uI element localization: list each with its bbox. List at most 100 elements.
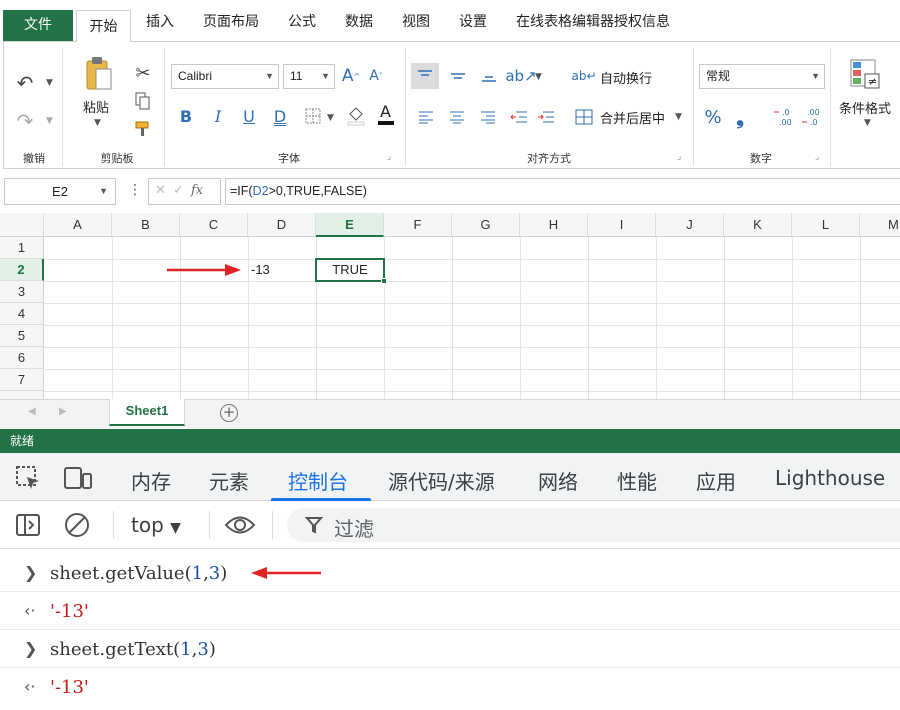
column-header[interactable]: M <box>860 213 900 237</box>
tab-insert[interactable]: 插入 <box>146 11 174 31</box>
format-painter-icon[interactable] <box>132 118 154 140</box>
console-result-value[interactable]: '-13' <box>50 677 89 698</box>
column-header[interactable]: D <box>248 213 316 237</box>
column-header[interactable]: C <box>180 213 248 237</box>
sidebar-toggle-icon[interactable] <box>15 513 41 541</box>
fill-color-icon[interactable] <box>345 103 367 127</box>
orientation-dropdown-icon[interactable]: ▼ <box>535 72 542 82</box>
number-format-select[interactable]: 常规 ▼ <box>699 64 825 89</box>
console-result-value[interactable]: '-13' <box>50 601 89 622</box>
align-bottom-icon[interactable] <box>475 63 503 89</box>
devtools-tab-performance[interactable]: 性能 <box>617 466 657 495</box>
undo-dropdown-icon[interactable]: ▼ <box>46 78 53 88</box>
double-underline-button[interactable]: D <box>269 104 291 128</box>
column-header[interactable]: K <box>724 213 792 237</box>
wrap-text-button[interactable]: 自动换行 <box>600 68 652 87</box>
row-header[interactable]: 5 <box>0 325 44 347</box>
confirm-icon[interactable]: ✓ <box>173 183 184 198</box>
align-top-icon[interactable] <box>411 63 439 89</box>
row-header[interactable] <box>0 391 44 399</box>
row-header[interactable]: 4 <box>0 303 44 325</box>
undo-icon[interactable]: ↶ <box>12 70 38 96</box>
column-header[interactable]: L <box>792 213 860 237</box>
inspect-element-icon[interactable] <box>15 465 41 495</box>
name-box[interactable]: E2 ▼ <box>4 178 116 205</box>
context-selector[interactable]: top ▼ <box>131 513 181 537</box>
increase-indent-icon[interactable] <box>534 105 558 129</box>
column-header-selected[interactable]: E <box>316 213 384 237</box>
cut-icon[interactable]: ✂ <box>132 62 154 84</box>
insert-function-button[interactable]: fx <box>191 183 203 198</box>
border-dropdown-icon[interactable]: ▼ <box>327 113 334 123</box>
paste-label[interactable]: 粘贴 <box>83 97 109 116</box>
increase-font-icon[interactable]: A ^ <box>341 65 361 87</box>
column-header[interactable]: F <box>384 213 452 237</box>
formula-input[interactable]: =IF(D2>0,TRUE,FALSE) <box>225 178 900 205</box>
alignment-dialog-launcher-icon[interactable]: ⌟ <box>677 152 681 162</box>
merge-center-button[interactable]: 合并后居中 <box>600 108 665 127</box>
font-dialog-launcher-icon[interactable]: ⌟ <box>387 152 391 162</box>
border-icon[interactable] <box>302 105 324 127</box>
sheet-tab-sheet1[interactable]: Sheet1 <box>109 399 185 426</box>
paste-icon[interactable] <box>82 54 116 94</box>
console-command[interactable]: sheet.getText(1,3) <box>50 639 216 660</box>
console-command[interactable]: sheet.getValue(1,3) <box>50 563 227 584</box>
row-header[interactable]: 7 <box>0 369 44 391</box>
prev-sheet-icon[interactable]: ◀ <box>28 406 36 417</box>
column-header[interactable]: A <box>44 213 112 237</box>
cell-d2[interactable]: -13 <box>251 259 315 281</box>
tab-data[interactable]: 数据 <box>345 11 373 31</box>
conditional-format-icon[interactable]: ≠ <box>847 56 883 92</box>
column-header[interactable]: G <box>452 213 520 237</box>
tab-home[interactable]: 开始 <box>76 10 131 42</box>
tab-view[interactable]: 视图 <box>402 11 430 31</box>
tab-page-layout[interactable]: 页面布局 <box>203 11 259 31</box>
align-middle-icon[interactable] <box>444 63 472 89</box>
row-header[interactable]: 6 <box>0 347 44 369</box>
font-size-select[interactable]: 11 ▼ <box>283 64 335 89</box>
decrease-indent-icon[interactable] <box>507 105 531 129</box>
decrease-font-icon[interactable]: Aˇ <box>366 65 386 87</box>
tab-settings[interactable]: 设置 <box>459 11 487 31</box>
decrease-decimal-icon[interactable]: .00.0 <box>800 105 826 129</box>
cancel-icon[interactable]: ✕ <box>155 183 166 198</box>
clear-console-icon[interactable] <box>64 512 90 542</box>
conditional-format-dropdown-icon[interactable]: ▼ <box>864 118 871 128</box>
percent-button[interactable]: % <box>701 105 725 129</box>
column-header[interactable]: B <box>112 213 180 237</box>
bold-button[interactable]: B <box>175 104 197 128</box>
tab-license-info[interactable]: 在线表格编辑器授权信息 <box>516 11 670 31</box>
redo-icon[interactable]: ↷ <box>12 108 38 134</box>
add-sheet-icon[interactable]: + <box>220 404 238 422</box>
underline-button[interactable]: U <box>238 104 260 128</box>
paste-dropdown-icon[interactable]: ▼ <box>94 118 101 128</box>
cell-e2-active[interactable]: TRUE <box>315 258 385 282</box>
increase-decimal-icon[interactable]: .0.00 <box>772 105 798 129</box>
devtools-tab-sources[interactable]: 源代码/来源 <box>388 466 495 495</box>
devtools-tab-elements[interactable]: 元素 <box>209 466 249 495</box>
merge-dropdown-icon[interactable]: ▼ <box>675 112 682 122</box>
fill-handle[interactable] <box>381 278 387 284</box>
live-expression-eye-icon[interactable] <box>224 514 256 540</box>
orientation-icon[interactable]: ab↗ <box>505 63 536 89</box>
column-header[interactable]: H <box>520 213 588 237</box>
column-header[interactable]: J <box>656 213 724 237</box>
row-header-selected[interactable]: 2 <box>0 259 44 281</box>
row-header[interactable]: 3 <box>0 281 44 303</box>
device-toolbar-icon[interactable] <box>63 465 93 495</box>
devtools-tab-console[interactable]: 控制台 <box>288 466 348 495</box>
next-sheet-icon[interactable]: ▶ <box>59 406 67 417</box>
align-right-icon[interactable] <box>476 105 500 129</box>
copy-icon[interactable] <box>132 90 154 112</box>
spreadsheet-grid[interactable]: A B C D E F G H I J K L M 1 2 3 4 5 6 7 … <box>0 213 900 399</box>
font-name-select[interactable]: Calibri ▼ <box>171 64 279 89</box>
comma-style-button[interactable]: ❟ <box>730 105 750 129</box>
redo-dropdown-icon[interactable]: ▼ <box>46 116 53 126</box>
number-dialog-launcher-icon[interactable]: ⌟ <box>815 152 819 162</box>
devtools-tab-lighthouse[interactable]: Lighthouse <box>775 466 885 490</box>
console-filter-input[interactable]: 过滤 <box>287 508 900 542</box>
italic-button[interactable]: I <box>207 104 229 128</box>
font-color-icon[interactable]: A <box>375 101 397 127</box>
wrap-text-icon[interactable]: ab↵ <box>571 64 596 88</box>
more-options-icon[interactable]: ⋮ <box>128 182 142 198</box>
